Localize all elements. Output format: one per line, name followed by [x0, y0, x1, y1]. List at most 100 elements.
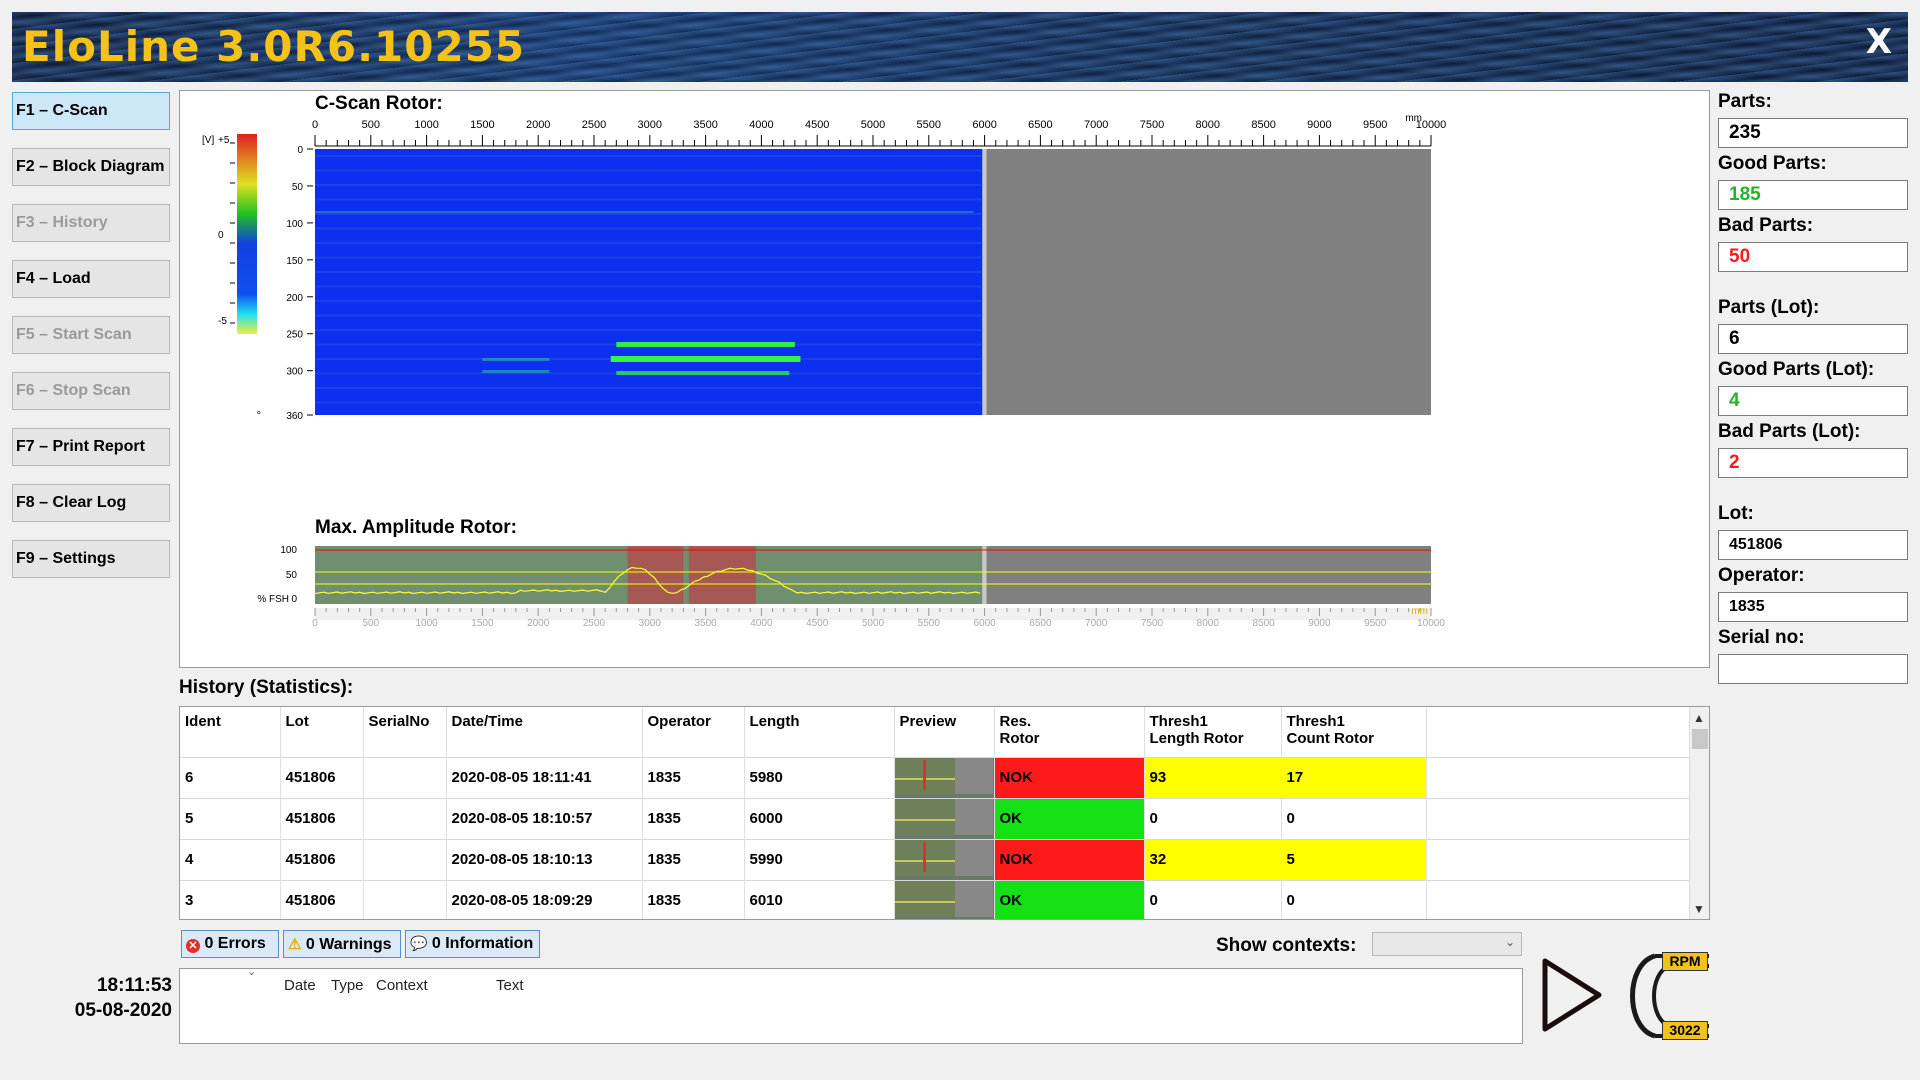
amp-x-tick-label: 5000 — [862, 618, 885, 629]
x-tick-label: 6500 — [1028, 119, 1052, 131]
preview-image — [894, 798, 993, 835]
f6-button: F6 – Stop Scan — [12, 372, 170, 410]
indication-mark — [315, 211, 974, 213]
row-filler — [1426, 797, 1706, 839]
rpm-indicator: RPM 3022 — [1615, 950, 1711, 1042]
history-table: Ident Lot SerialNo Date/Time Operator Length P… — [180, 707, 1706, 919]
y-unit-label: ° — [257, 410, 261, 422]
cell-datetime: 2020-08-05 18:10:57 — [446, 797, 643, 839]
col-header-thresh1-count[interactable]: Thresh1 Count Rotor — [1281, 707, 1427, 757]
amp-y-tick-label: 100 — [280, 545, 297, 556]
col-header-line: SerialNo — [368, 713, 430, 730]
app-title: EloLine 3.0R6.10255 — [22, 22, 526, 71]
col-header-thresh1-length[interactable]: Thresh1 Length Rotor — [1144, 707, 1282, 757]
clock-date: 05-08-2020 — [74, 1000, 172, 1021]
cell-ident: 5 — [180, 797, 281, 839]
cell-lot: 451806 — [280, 756, 364, 798]
scroll-down-icon[interactable]: ▼ — [1693, 902, 1705, 916]
y-tick-label: 50 — [292, 182, 304, 193]
preview-thumbnail — [894, 838, 995, 880]
f8-button[interactable]: F8 – Clear Log — [12, 484, 170, 522]
errors-filter-button[interactable]: ✕ 0 Errors — [181, 930, 279, 958]
cell-thr_cnt: 17 — [1281, 756, 1427, 798]
cell-operator: 1835 — [642, 797, 745, 839]
amp-x-tick-label: 3000 — [639, 618, 662, 629]
preview-thumbnail — [894, 879, 995, 919]
show-contexts-dropdown[interactable]: ⌄ — [1372, 932, 1522, 956]
preview-image — [894, 757, 993, 794]
alarm-zone — [688, 546, 756, 604]
play-icon[interactable] — [1537, 955, 1607, 1035]
amp-x-tick-label: 4500 — [806, 618, 829, 629]
scan-texture-band — [315, 271, 983, 273]
x-tick-label: 500 — [362, 119, 380, 131]
x-tick-label: 5500 — [917, 119, 941, 131]
indication-mark — [616, 371, 790, 375]
col-header-line: Res. — [999, 713, 1032, 730]
y-tick-label: 360 — [286, 411, 303, 422]
colorbar-tick-label: +5 — [218, 135, 230, 146]
cell-thr_len: 93 — [1144, 756, 1282, 798]
amp-x-tick-label: 2000 — [527, 618, 550, 629]
col-header-result[interactable]: Res. Rotor — [994, 707, 1145, 757]
table-row[interactable]: 3 451806 2020-08-05 18:09:29 1835 6010 OK 0 0 — [180, 879, 1706, 919]
log-col-context[interactable]: Context — [376, 977, 428, 994]
amp-x-tick-label: 7500 — [1141, 618, 1164, 629]
scan-texture-band — [315, 184, 983, 186]
x-tick-label: 2500 — [582, 119, 606, 131]
col-header-length[interactable]: Length — [744, 707, 895, 757]
table-row[interactable]: 5 451806 2020-08-05 18:10:57 1835 6000 OK 0 0 — [180, 797, 1706, 839]
log-col-type[interactable]: Type — [331, 977, 364, 994]
scan-texture-band — [315, 285, 983, 288]
f7-button[interactable]: F7 – Print Report — [12, 428, 170, 466]
parts-label: Parts: — [1718, 91, 1772, 112]
f1-button[interactable]: F1 – C-Scan — [12, 92, 170, 130]
x-tick-label: 4000 — [749, 119, 773, 131]
col-header-datetime[interactable]: Date/Time — [446, 707, 643, 757]
colorbar-unit-label: [V] — [202, 135, 214, 146]
operator-input[interactable]: 1835 — [1718, 592, 1908, 622]
scan-texture-band — [315, 256, 983, 259]
x-tick-label: 0 — [312, 119, 318, 131]
col-header-lot[interactable]: Lot — [280, 707, 364, 757]
log-col-text[interactable]: Text — [496, 977, 524, 994]
warnings-filter-button[interactable]: ⚠ 0 Warnings — [283, 930, 401, 958]
serial-input[interactable] — [1718, 654, 1908, 684]
alarm-zone — [627, 546, 684, 604]
col-header-line: Length — [749, 713, 800, 730]
f2-button[interactable]: F2 – Block Diagram — [12, 148, 170, 186]
preview-thumbnail — [894, 797, 995, 839]
history-scrollbar[interactable]: ▲ ▼ — [1689, 707, 1709, 919]
col-header-serialno[interactable]: SerialNo — [363, 707, 447, 757]
parts-field: 235 — [1718, 118, 1908, 148]
cell-serial — [363, 879, 447, 919]
cell-thr_cnt: 0 — [1281, 797, 1427, 839]
col-header-preview[interactable]: Preview — [894, 707, 995, 757]
cell-thr_len: 0 — [1144, 797, 1282, 839]
f4-button[interactable]: F4 – Load — [12, 260, 170, 298]
col-header-operator[interactable]: Operator — [642, 707, 745, 757]
information-filter-button[interactable]: 💬 0 Information — [405, 930, 540, 958]
x-unit-label: mm — [1405, 113, 1422, 124]
f9-button[interactable]: F9 – Settings — [12, 540, 170, 578]
lot-input[interactable]: 451806 — [1718, 530, 1908, 560]
log-col-date[interactable]: Date — [284, 977, 316, 994]
clock-time: 18:11:53 — [96, 975, 172, 996]
close-button[interactable]: X — [1866, 22, 1892, 62]
col-header-ident[interactable]: Ident — [180, 707, 281, 757]
scan-texture-band — [315, 169, 983, 172]
amp-x-tick-label: 5500 — [918, 618, 941, 629]
colorbar — [237, 134, 257, 334]
scrollbar-thumb[interactable] — [1692, 729, 1708, 749]
good-parts-field: 185 — [1718, 180, 1908, 210]
amp-x-tick-label: 9500 — [1364, 618, 1387, 629]
amp-x-tick-label: 1500 — [471, 618, 494, 629]
cell-lot: 451806 — [280, 879, 364, 919]
table-row[interactable]: 6 451806 2020-08-05 18:11:41 1835 5980 NOK 93 1… — [180, 756, 1706, 798]
show-contexts-label: Show contexts: — [1216, 935, 1357, 956]
table-row[interactable]: 4 451806 2020-08-05 18:10:13 1835 5990 NOK 32 5 — [180, 838, 1706, 880]
f5-button: F5 – Start Scan — [12, 316, 170, 354]
cell-operator: 1835 — [642, 756, 745, 798]
scroll-up-icon[interactable]: ▲ — [1693, 711, 1705, 725]
cell-serial — [363, 838, 447, 880]
